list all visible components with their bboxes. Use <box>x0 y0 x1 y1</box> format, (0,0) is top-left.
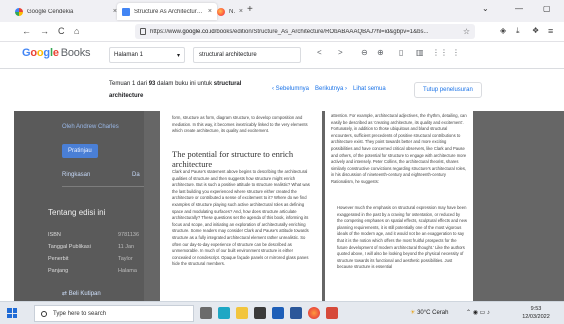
tab-new-tab[interactable]: New Tab × <box>214 3 246 20</box>
powerpoint-icon[interactable] <box>326 307 338 319</box>
search-in-book-value: structural architecture <box>199 52 257 58</box>
tab-title: New Tab <box>229 8 235 15</box>
two-page-icon[interactable]: ▥ <box>416 48 424 57</box>
sun-icon: ☀ <box>410 310 416 316</box>
browser-nav-bar: ← → C ⌂ https://www.google.co.id/books/e… <box>0 22 564 42</box>
edition-heading: Tentang edisi ini <box>48 208 106 217</box>
screen: Google Cendekia × Structure As Architect… <box>0 0 564 324</box>
menu-icon[interactable]: ≡ <box>548 25 553 37</box>
author-link[interactable]: Oleh Andrew Charles <box>62 124 119 130</box>
chevron-down-icon: ▾ <box>176 52 180 59</box>
section-title: The potential for structure to enrich ar… <box>172 149 294 169</box>
weather-widget[interactable]: ☀ 30°C Cerah <box>410 309 448 316</box>
tab-close-icon[interactable]: × <box>208 8 212 15</box>
minimize-icon[interactable]: — <box>515 4 523 13</box>
pub-date-label: Tanggal Publikasi <box>48 244 91 250</box>
zoom-in-icon[interactable]: ⊕ <box>377 48 384 57</box>
isbn-value: 9781136 <box>118 232 140 238</box>
search-results-bar: Temuan 1 dari 93 dalam buku ini untuk st… <box>0 69 564 111</box>
bookmark-star-icon[interactable]: ☆ <box>463 27 470 36</box>
more-options-icon[interactable]: ⋮ <box>452 48 460 57</box>
page-right-top-text: attention. For example, architectural ad… <box>331 113 467 184</box>
search-icon <box>41 310 47 317</box>
tab-summary[interactable]: Ringkasan <box>62 172 90 178</box>
previous-result-link[interactable]: ‹ Sebelumnya <box>272 86 309 92</box>
taskbar-search-placeholder: Type here to search <box>53 310 107 317</box>
system-tray-icons[interactable]: ⌃ ◉ ▭ ♪ <box>466 309 490 316</box>
length-value: Halama <box>118 268 137 274</box>
pub-date-value: 11 Jan <box>118 244 135 250</box>
tab-title: Structure As Architecture - Goo <box>134 8 204 15</box>
buy-excerpt-link[interactable]: ⇄ Beli Kutipan <box>62 290 101 297</box>
store-icon[interactable] <box>254 307 266 319</box>
home-icon[interactable]: ⌂ <box>74 25 79 37</box>
tab-list-dropdown-icon[interactable]: ⌄ <box>482 4 489 13</box>
zoom-out-icon[interactable]: ⊖ <box>361 48 368 57</box>
windows-taskbar: Type here to search ☀ 30°C Cerah ⌃ ◉ ▭ ♪… <box>0 301 564 324</box>
tab-structure-as-architecture[interactable]: Structure As Architecture - Goo × <box>117 3 217 20</box>
tab-close-icon[interactable]: × <box>239 8 243 15</box>
task-view-icon[interactable] <box>200 307 212 319</box>
book-page-right: attention. For example, architectural ad… <box>325 111 473 301</box>
books-favicon-icon <box>122 7 130 16</box>
search-in-book-input[interactable]: structural architecture <box>193 47 301 63</box>
preview-label: Pratinjau <box>68 148 92 154</box>
page-left-top-text: form, structure as form, diagram structu… <box>172 115 308 134</box>
tab-title: Google Cendekia <box>27 8 74 15</box>
publisher-label: Penerbit <box>48 256 69 262</box>
back-arrow-icon[interactable]: ← <box>22 25 31 37</box>
page-select-value: Halaman 1 <box>114 52 144 58</box>
google-favicon-icon <box>15 7 23 16</box>
logo-books: Books <box>60 47 91 59</box>
pocket-icon[interactable]: ◈ <box>500 25 506 37</box>
view-all-link[interactable]: Lihat semua <box>353 86 386 92</box>
windows-start-icon[interactable] <box>7 308 17 318</box>
page-select[interactable]: Halaman 1 ▾ <box>109 47 185 63</box>
extension-icon[interactable]: ❖ <box>532 25 539 37</box>
url-text: https://www.google.co.id/books/edition/S… <box>150 28 429 35</box>
preview-button[interactable]: Pratinjau <box>62 144 98 158</box>
prev-result-icon[interactable]: < <box>317 48 322 57</box>
publisher-value: Taylor <box>118 256 133 262</box>
browser-tab-strip: Google Cendekia × Structure As Architect… <box>0 0 564 22</box>
results-summary: Temuan 1 dari 93 dalam buku ini untuk st… <box>109 81 242 99</box>
new-tab-button[interactable]: + <box>247 4 253 15</box>
clock-time: 9:53 <box>530 306 542 312</box>
edge-icon[interactable] <box>218 307 230 319</box>
file-explorer-icon[interactable] <box>236 307 248 319</box>
taskbar-search-input[interactable]: Type here to search <box>34 305 194 322</box>
mail-icon[interactable] <box>272 307 284 319</box>
logo-google: Google <box>22 47 59 59</box>
url-bar[interactable]: https://www.google.co.id/books/edition/S… <box>135 24 475 39</box>
results-nav: ‹ Sebelumnya Berikutnya › Lihat semua <box>272 86 392 92</box>
close-search-button[interactable]: Tutup penelusuran <box>414 82 482 98</box>
book-page-left: form, structure as form, diagram structu… <box>160 111 322 301</box>
taskbar-clock[interactable]: 9:53 12/03/2022 <box>520 305 552 321</box>
isbn-label: ISBN <box>48 232 61 238</box>
reload-icon[interactable]: C <box>58 25 65 37</box>
forward-arrow-icon[interactable]: → <box>40 25 49 37</box>
tab-google-cendekia[interactable]: Google Cendekia × <box>10 3 122 20</box>
download-icon[interactable]: ⤓ <box>516 25 520 37</box>
lock-icon <box>140 28 146 35</box>
next-result-link[interactable]: Berikutnya › <box>315 86 347 92</box>
page-left-body-text: Clark and Pause's statement above begins… <box>172 169 310 267</box>
word-icon[interactable] <box>290 307 302 319</box>
google-books-logo[interactable]: Google Books <box>22 47 91 59</box>
grid-view-icon[interactable]: ⋮⋮ <box>432 48 448 57</box>
tab-underline <box>62 186 144 187</box>
single-page-icon[interactable]: ▯ <box>399 48 403 57</box>
next-result-icon[interactable]: > <box>338 48 343 57</box>
page-right-quote-text: However much the emphasis on structural … <box>337 205 467 270</box>
books-header: Google Books Halaman 1 ▾ structural archi… <box>0 42 564 69</box>
clock-date: 12/03/2022 <box>522 314 550 320</box>
tab-other[interactable]: Da <box>132 172 140 178</box>
length-label: Panjang <box>48 268 69 274</box>
firefox-favicon-icon <box>217 7 225 16</box>
firefox-icon[interactable] <box>308 307 320 319</box>
maximize-icon[interactable]: ▢ <box>543 4 551 13</box>
